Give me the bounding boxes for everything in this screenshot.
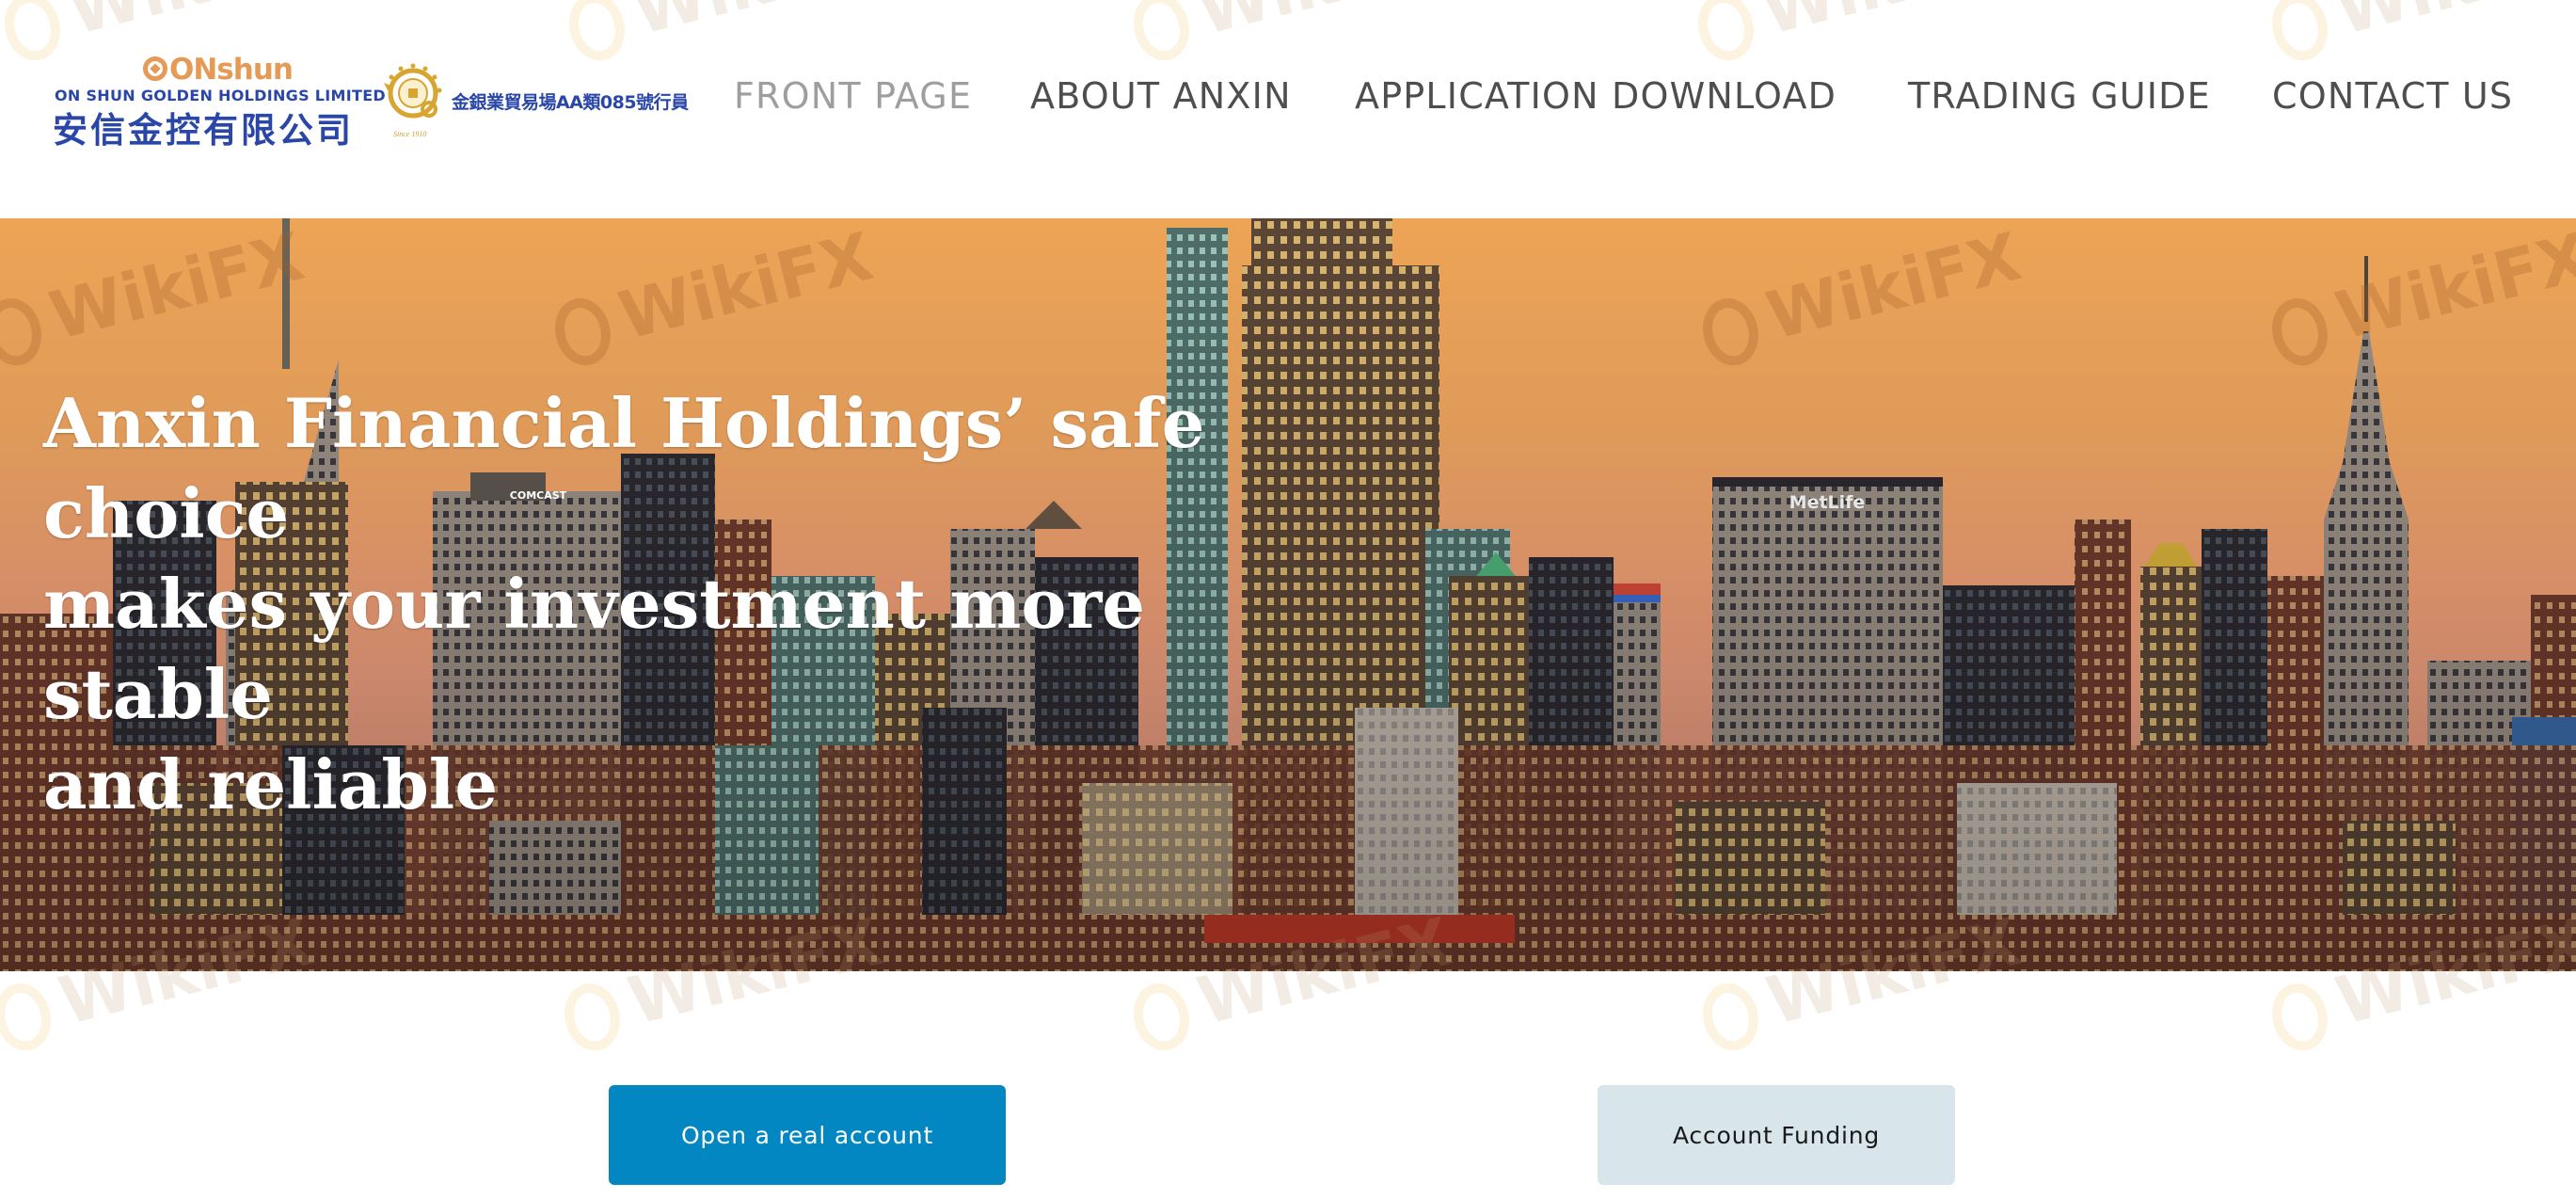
wikifx-logo-icon [0, 977, 58, 1057]
wikifx-logo-icon [557, 977, 628, 1057]
account-funding-button[interactable]: Account Funding [1598, 1085, 1955, 1185]
nav-trading-guide[interactable]: TRADING GUIDE [1908, 75, 2211, 117]
hero-headline-line: choice [43, 473, 290, 553]
exchange-emblem-icon [384, 63, 442, 119]
nav-about-anxin[interactable]: ABOUT ANXIN [1030, 75, 1292, 117]
watermark: WikiFX [1689, 0, 2023, 67]
watermark-text: WikiFX [626, 0, 894, 50]
watermark-text: WikiFX [2329, 0, 2576, 50]
wikifx-logo-icon [1126, 977, 1197, 1057]
coin-icon [143, 56, 167, 81]
company-logo[interactable]: ONshun ON SHUN GOLDEN HOLDINGS LIMITED 安… [53, 53, 692, 151]
nav-contact-us[interactable]: CONTACT US [2272, 75, 2513, 117]
brand-mark-text: ONshun [169, 53, 294, 87]
wikifx-logo-icon [1126, 0, 1197, 67]
hero-banner: MetLife COMCAST WikiFX Wiki [0, 218, 2576, 971]
wikifx-logo-icon [1691, 0, 1761, 67]
open-real-account-button[interactable]: Open a real account [609, 1085, 1006, 1185]
watermark-text: WikiFX [1190, 0, 1458, 50]
watermark-text: WikiFX [1755, 0, 2023, 50]
watermark-text: WikiFX [61, 0, 329, 50]
emblem-caption: Since 1910 [393, 130, 427, 138]
nav-front-page[interactable]: FRONT PAGE [734, 75, 972, 117]
nav-application-download[interactable]: APPLICATION DOWNLOAD [1355, 75, 1837, 117]
wikifx-logo-icon [2265, 0, 2335, 67]
wikifx-logo-icon [2265, 977, 2335, 1057]
site-header: ONshun ON SHUN GOLDEN HOLDINGS LIMITED 安… [0, 0, 2576, 218]
watermark: WikiFX [1124, 0, 1458, 67]
company-chinese-name: 安信金控有限公司 [53, 110, 354, 151]
hero-headline-line: makes your investment more stable [43, 564, 1146, 734]
membership-text: 金銀業貿易場AA類085號行員 [452, 92, 689, 113]
hero-headline-line: and reliable [43, 744, 499, 824]
watermark: WikiFX [2263, 0, 2576, 67]
wikifx-logo-icon [1695, 977, 1766, 1057]
hero-headline: Anxin Financial Holdings’ safe choice ma… [43, 378, 1285, 830]
hero-headline-line: Anxin Financial Holdings’ safe [43, 383, 1205, 463]
brand-mark: ONshun [143, 53, 294, 87]
